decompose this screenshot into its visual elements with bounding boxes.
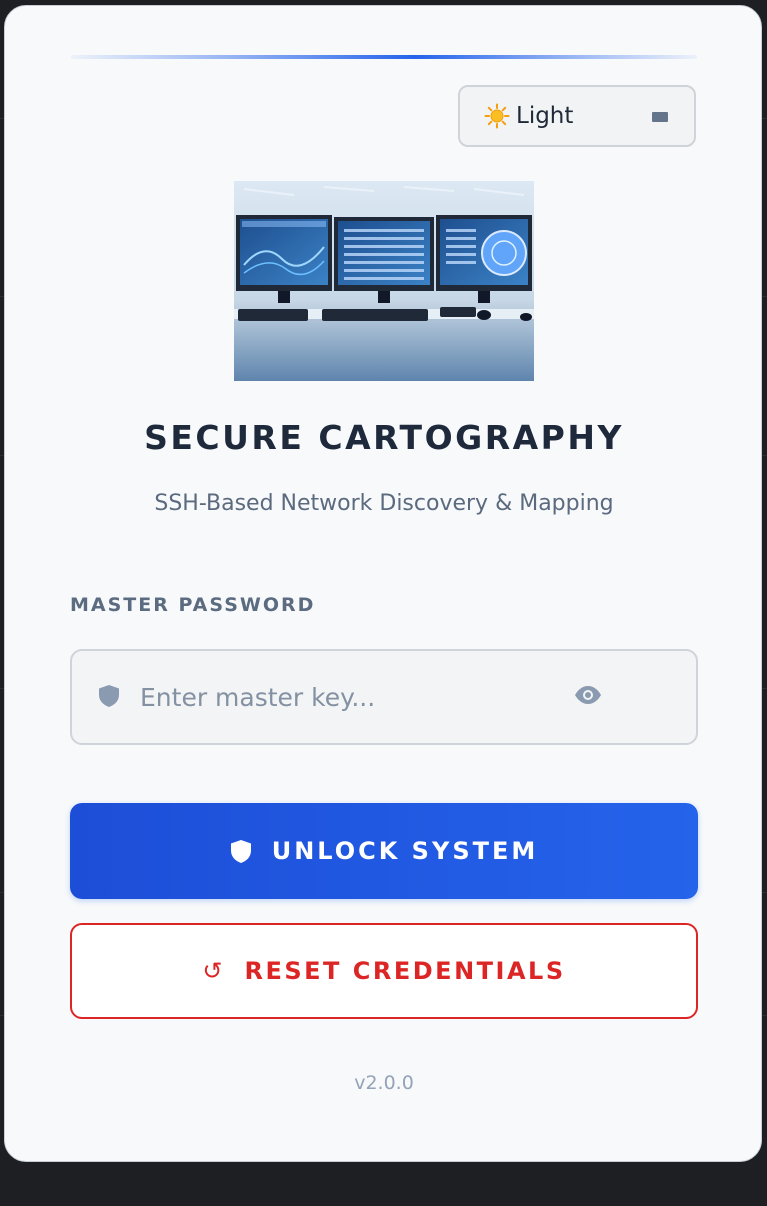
version-label: v2.0.0 bbox=[354, 1072, 414, 1094]
accent-bar bbox=[71, 55, 697, 59]
reset-credentials-label: RESET CREDENTIALS bbox=[244, 957, 566, 985]
eye-icon[interactable] bbox=[574, 685, 602, 705]
refresh-icon: ↺ bbox=[202, 957, 223, 985]
network-monitors-image bbox=[234, 181, 534, 381]
shield-icon bbox=[99, 685, 119, 707]
page-title: SECURE CARTOGRAPHY bbox=[144, 418, 624, 457]
login-dialog: Light SECURE CARTOGRAPHY SSH-Based Netwo… bbox=[4, 5, 762, 1162]
page-subtitle: SSH-Based Network Discovery & Mapping bbox=[154, 491, 614, 516]
master-password-input[interactable] bbox=[140, 673, 560, 721]
unlock-system-button[interactable]: UNLOCK SYSTEM bbox=[70, 803, 698, 899]
theme-toggle[interactable]: Light bbox=[458, 85, 696, 147]
theme-toggle-label: Light bbox=[516, 103, 574, 129]
sun-icon bbox=[484, 103, 510, 129]
reset-credentials-button[interactable]: ↺ RESET CREDENTIALS bbox=[70, 923, 698, 1019]
toggle-indicator bbox=[652, 112, 668, 122]
shield-icon bbox=[230, 839, 251, 863]
master-password-field[interactable] bbox=[70, 649, 698, 745]
unlock-system-label: UNLOCK SYSTEM bbox=[271, 837, 539, 865]
master-password-label: MASTER PASSWORD bbox=[70, 594, 316, 616]
